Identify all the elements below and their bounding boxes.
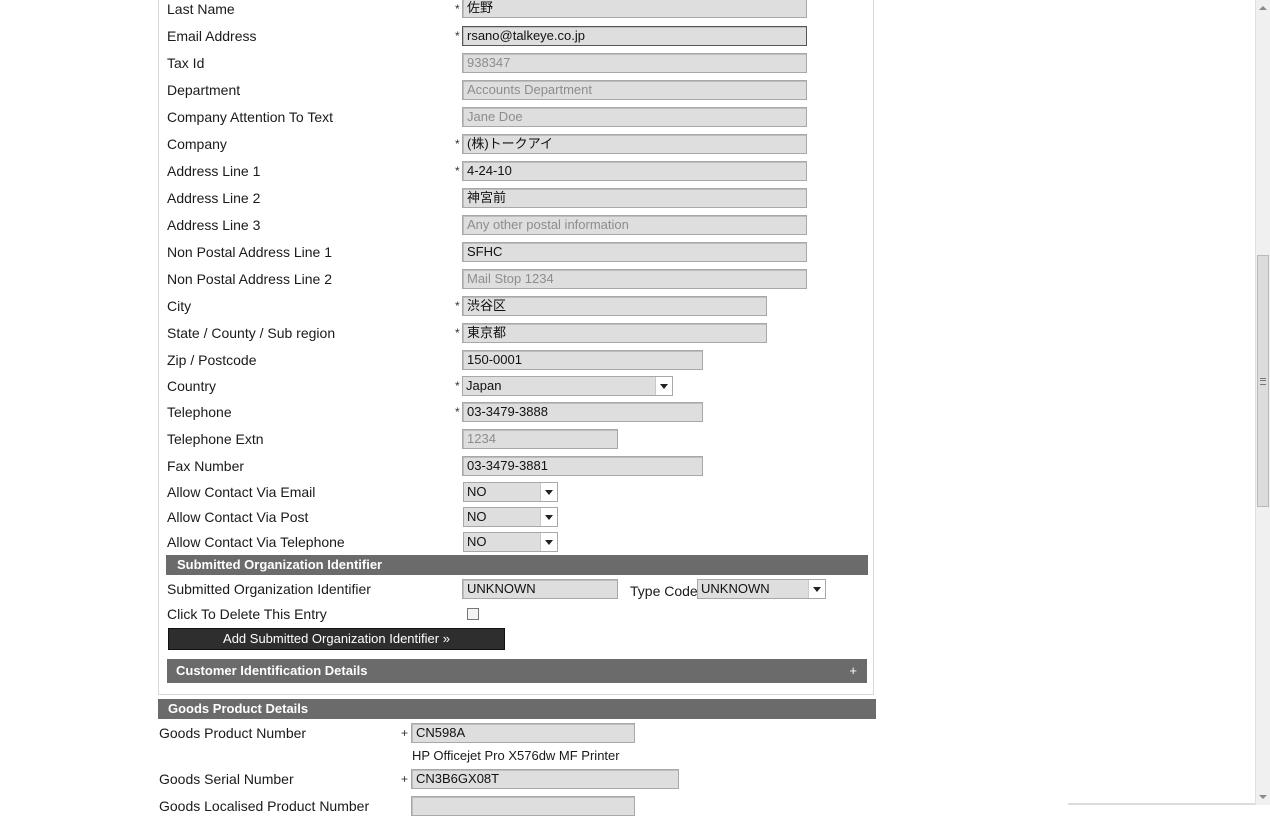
city-label: City bbox=[167, 298, 192, 314]
fax-number-label: Fax Number bbox=[167, 458, 245, 474]
goods-product-number-input[interactable]: CN598A bbox=[411, 723, 635, 743]
non-postal-address-2-label: Non Postal Address Line 2 bbox=[167, 271, 332, 287]
vertical-scrollbar[interactable] bbox=[1255, 0, 1270, 805]
chevron-down-icon[interactable] bbox=[655, 377, 672, 395]
goods-localised-product-number-label: Goods Localised Product Number bbox=[159, 798, 370, 814]
required-marker: * bbox=[455, 137, 460, 151]
zip-postcode-input[interactable]: 150-0001 bbox=[462, 350, 703, 370]
type-code-value: UNKNOWN bbox=[701, 581, 770, 596]
company-label: Company bbox=[167, 136, 227, 152]
type-code-select[interactable]: UNKNOWN bbox=[697, 579, 826, 599]
goods-serial-number-input[interactable]: CN3B6GX08T bbox=[411, 769, 679, 789]
required-marker: * bbox=[455, 29, 460, 43]
chevron-down-icon[interactable] bbox=[808, 580, 825, 598]
goods-product-number-label: Goods Product Number bbox=[159, 725, 307, 741]
non-postal-address-2-input[interactable]: Mail Stop 1234 bbox=[462, 269, 807, 289]
scroll-down-icon[interactable] bbox=[1259, 795, 1267, 799]
department-label: Department bbox=[167, 82, 241, 98]
type-code-label: Type Code bbox=[630, 583, 698, 599]
allow-contact-post-label: Allow Contact Via Post bbox=[167, 509, 309, 525]
delete-entry-label: Click To Delete This Entry bbox=[167, 606, 327, 622]
required-marker: * bbox=[455, 326, 460, 340]
non-postal-address-1-input[interactable]: SFHC bbox=[462, 242, 807, 262]
customer-identification-header[interactable]: Customer Identification Details + bbox=[167, 659, 867, 683]
submitted-org-identifier-label: Submitted Organization Identifier bbox=[167, 581, 371, 597]
email-address-label: Email Address bbox=[167, 28, 257, 44]
required-marker: + bbox=[401, 772, 409, 786]
allow-contact-post-value: NO bbox=[467, 509, 487, 524]
tax-id-label: Tax Id bbox=[167, 55, 205, 71]
email-address-input[interactable]: rsano@talkeye.co.jp bbox=[462, 26, 807, 46]
required-marker: + bbox=[401, 726, 409, 740]
submitted-org-section-header: Submitted Organization Identifier bbox=[166, 555, 868, 575]
fax-number-input[interactable]: 03-3479-3881 bbox=[462, 456, 703, 476]
allow-contact-email-value: NO bbox=[467, 484, 487, 499]
required-marker: * bbox=[455, 379, 460, 393]
company-attention-label: Company Attention To Text bbox=[167, 109, 334, 125]
zip-postcode-label: Zip / Postcode bbox=[167, 352, 257, 368]
address-line-1-label: Address Line 1 bbox=[167, 163, 261, 179]
non-postal-address-1-label: Non Postal Address Line 1 bbox=[167, 244, 332, 260]
telephone-input[interactable]: 03-3479-3888 bbox=[462, 402, 703, 422]
required-marker: * bbox=[455, 164, 460, 178]
goods-product-section-title: Goods Product Details bbox=[168, 701, 309, 716]
address-line-1-input[interactable]: 4-24-10 bbox=[462, 161, 807, 181]
scroll-up-icon[interactable] bbox=[1259, 6, 1267, 10]
city-input[interactable]: 渋谷区 bbox=[462, 296, 767, 316]
telephone-extn-label: Telephone Extn bbox=[167, 431, 264, 447]
grip-icon bbox=[1260, 377, 1266, 385]
state-label: State / County / Sub region bbox=[167, 325, 336, 341]
allow-contact-telephone-label: Allow Contact Via Telephone bbox=[167, 534, 345, 550]
submitted-org-identifier-input[interactable]: UNKNOWN bbox=[462, 579, 618, 599]
submitted-org-section-title: Submitted Organization Identifier bbox=[177, 557, 383, 572]
customer-identification-title: Customer Identification Details bbox=[176, 663, 368, 678]
address-line-2-label: Address Line 2 bbox=[167, 190, 261, 206]
chevron-down-icon[interactable] bbox=[540, 508, 557, 526]
required-marker: * bbox=[455, 405, 460, 419]
telephone-label: Telephone bbox=[167, 404, 232, 420]
last-name-label: Last Name bbox=[167, 1, 235, 17]
address-line-3-input[interactable]: Any other postal information bbox=[462, 215, 807, 235]
goods-product-section-header: Goods Product Details bbox=[158, 699, 876, 719]
allow-contact-post-select[interactable]: NO bbox=[463, 507, 558, 527]
last-name-input[interactable]: 佐野 bbox=[462, 0, 807, 18]
country-select-value: Japan bbox=[466, 378, 502, 393]
tax-id-input[interactable]: 938347 bbox=[462, 53, 807, 73]
expand-icon[interactable]: + bbox=[849, 659, 857, 683]
chevron-down-icon[interactable] bbox=[540, 533, 557, 551]
company-attention-input[interactable]: Jane Doe bbox=[462, 107, 807, 127]
address-line-2-input[interactable]: 神宮前 bbox=[462, 188, 807, 208]
goods-localised-product-number-input[interactable] bbox=[411, 796, 635, 816]
state-input[interactable]: 東京都 bbox=[462, 323, 767, 343]
country-label: Country bbox=[167, 378, 217, 394]
telephone-extn-input[interactable]: 1234 bbox=[462, 429, 618, 449]
allow-contact-telephone-value: NO bbox=[467, 534, 487, 549]
goods-product-name: HP Officejet Pro X576dw MF Printer bbox=[412, 748, 620, 763]
chevron-down-icon[interactable] bbox=[540, 483, 557, 501]
delete-entry-checkbox[interactable] bbox=[467, 608, 479, 620]
department-input[interactable]: Accounts Department bbox=[462, 80, 807, 100]
address-line-3-label: Address Line 3 bbox=[167, 217, 261, 233]
add-submitted-org-identifier-button[interactable]: Add Submitted Organization Identifier » bbox=[168, 628, 505, 650]
required-marker: * bbox=[455, 299, 460, 313]
required-marker: * bbox=[455, 2, 460, 16]
allow-contact-email-label: Allow Contact Via Email bbox=[167, 484, 316, 500]
country-select[interactable]: Japan bbox=[462, 376, 673, 396]
company-input[interactable]: (株)トークアイ bbox=[462, 134, 807, 154]
goods-serial-number-label: Goods Serial Number bbox=[159, 771, 294, 787]
allow-contact-email-select[interactable]: NO bbox=[463, 482, 558, 502]
scrollbar-thumb[interactable] bbox=[1257, 255, 1269, 507]
allow-contact-telephone-select[interactable]: NO bbox=[463, 532, 558, 552]
